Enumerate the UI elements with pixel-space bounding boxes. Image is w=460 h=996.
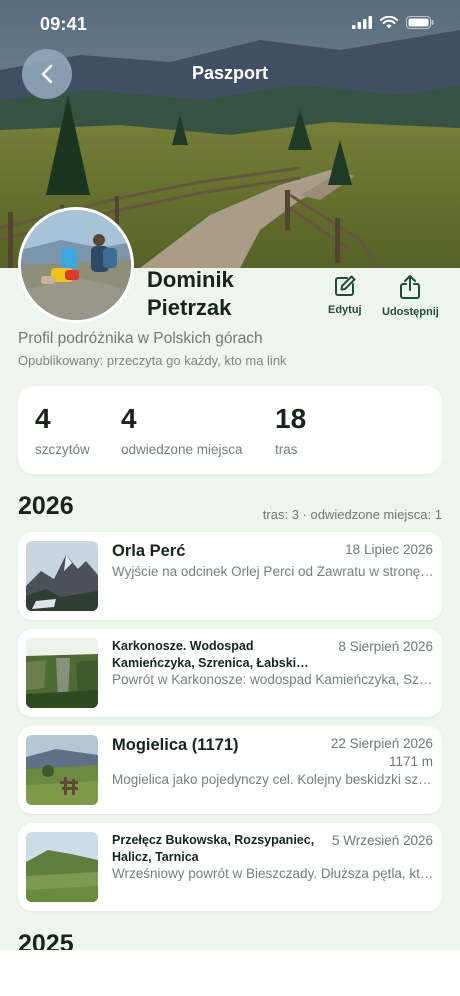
- trip-title: Przełęcz Bukowska, Rozsypaniec, Halicz, …: [112, 833, 315, 864]
- trip-thumbnail: [26, 735, 98, 805]
- stat-places: 4 odwiedzone miejsca: [121, 403, 243, 458]
- stats-card: 4 szczytów 4 odwiedzone miejsca 18 tras: [18, 386, 442, 474]
- avatar: [18, 207, 134, 323]
- trip-elevation: 1171 m: [388, 754, 433, 769]
- trip-title: Karkonosze. Wodospad Kamieńczyka, Szreni…: [112, 639, 297, 670]
- edit-icon: [334, 275, 356, 296]
- home-indicator-area: [0, 950, 460, 996]
- trip-card[interactable]: Orla Perć 18 Lipiec 2026 Wyjście na odci…: [18, 532, 442, 620]
- trip-date: 18 Lipiec 2026: [345, 542, 433, 557]
- stat-label: tras: [275, 442, 298, 457]
- trip-description: Powrót w Karkonosze: wodospad Kamieńczyk…: [112, 672, 434, 687]
- year-summary: tras: 3 · odwiedzone miejsca: 1: [262, 507, 442, 522]
- cellular-signal-icon: [352, 16, 372, 29]
- edit-label: Edytuj: [328, 304, 362, 316]
- stat-peaks: 4 szczytów: [35, 403, 90, 458]
- share-label: Udostępnij: [382, 306, 439, 318]
- trip-description: Wyjście na odcinek Orlej Perci od Zawrat…: [112, 564, 434, 579]
- stat-value: 4: [35, 403, 51, 434]
- trip-date: 8 Sierpień 2026: [338, 639, 433, 654]
- stat-value: 18: [275, 403, 307, 434]
- stat-label: odwiedzone miejsca: [121, 442, 243, 457]
- stat-value: 4: [121, 403, 137, 434]
- trip-thumbnail: [26, 638, 98, 708]
- trip-date: 22 Sierpień 2026: [330, 736, 433, 751]
- trip-thumbnail: [26, 832, 98, 902]
- trip-card[interactable]: Przełęcz Bukowska, Rozsypaniec, Halicz, …: [18, 823, 442, 911]
- year-heading: 2025: [18, 930, 74, 950]
- page-title: Paszport: [191, 63, 269, 83]
- published-status: Opublikowany: przeczyta go każdy, kto ma…: [18, 353, 287, 368]
- profile-subtitle: Profil podróżnika w Polskich górach: [18, 330, 263, 347]
- status-time: 09:41: [40, 14, 88, 34]
- trip-card[interactable]: Karkonosze. Wodospad Kamieńczyka, Szreni…: [18, 629, 442, 717]
- stat-label: szczytów: [35, 442, 90, 457]
- screen: 09:41 Paszport Dominik Pietrzak Edytuj U…: [0, 0, 460, 950]
- edit-button[interactable]: Edytuj: [328, 274, 362, 316]
- status-bar: 09:41: [0, 0, 460, 48]
- profile-last-name: Pietrzak: [147, 295, 232, 320]
- share-icon: [400, 275, 421, 299]
- trip-date: 5 Wrzesień 2026: [331, 833, 433, 848]
- year-heading: 2026: [18, 492, 74, 520]
- profile-first-name: Dominik: [147, 267, 234, 292]
- status-icons: [352, 16, 434, 29]
- stat-routes: 18 tras: [275, 403, 307, 458]
- trip-card[interactable]: Mogielica (1171) 22 Sierpień 2026 1171 m…: [18, 726, 442, 814]
- trip-thumbnail: [26, 541, 98, 611]
- wifi-icon: [380, 16, 398, 29]
- trip-description: Mogielica jako pojedynczy cel. Kolejny b…: [112, 772, 434, 787]
- trip-description: Wrześniowy powrót w Bieszczady. Dłuższa …: [112, 866, 434, 881]
- trip-title: Orla Perć: [112, 542, 186, 560]
- trip-title: Mogielica (1171): [112, 736, 239, 754]
- profile-name: Dominik Pietrzak: [147, 266, 257, 322]
- share-button[interactable]: Udostępnij: [382, 274, 439, 318]
- battery-icon: [406, 16, 434, 29]
